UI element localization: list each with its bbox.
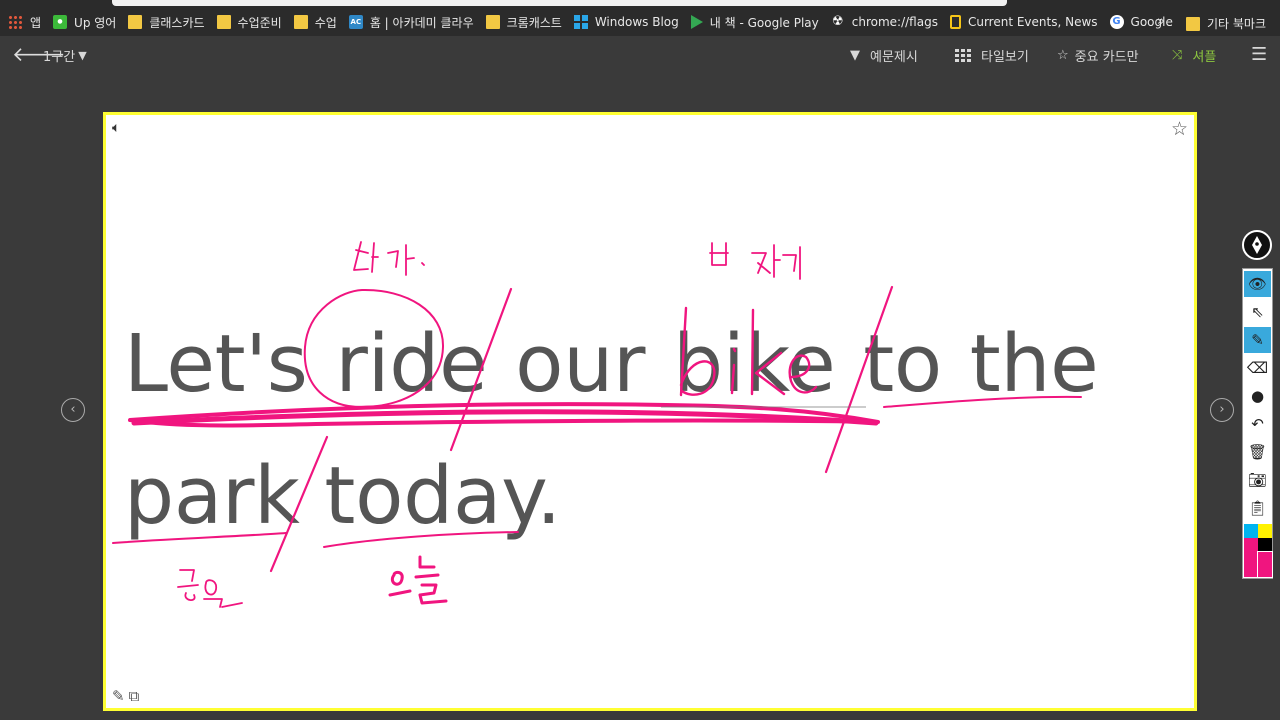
app-toolbar: 🡐 1구간 ▼ ▼ 예문제시 타일보기 ☆ 중요 카드만 ⤨ 셔플 ☰: [0, 36, 1280, 76]
pen-toggle-button[interactable]: [1242, 230, 1272, 260]
bookmark-label: 수업준비: [237, 15, 282, 30]
bookmark-label: 내 책 - Google Play: [709, 15, 819, 30]
previous-card-button[interactable]: ‹: [61, 398, 85, 422]
bookmark-label: Current Events, News: [967, 15, 1098, 29]
pencil-icon[interactable]: ✎: [112, 687, 125, 705]
chevron-left-icon: ‹: [70, 402, 76, 417]
color-swatch-yellow[interactable]: [1258, 524, 1272, 538]
google-icon: G: [1109, 15, 1124, 29]
hint-label: 예문제시: [870, 50, 918, 65]
bookmark-chrome-flags[interactable]: ☢ chrome://flags: [831, 14, 938, 30]
color-swatch-magenta[interactable]: [1244, 538, 1258, 577]
folder-icon: [128, 15, 143, 29]
bookmark-academy-cloud[interactable]: AC 홈 | 아카데미 클라우: [348, 14, 474, 31]
bookmark-up-english[interactable]: ● Up 영어: [53, 14, 116, 31]
bookmark-google-play[interactable]: 내 책 - Google Play: [690, 14, 819, 31]
sentence-line-2: park today.: [124, 450, 562, 542]
windows-icon: [573, 15, 588, 29]
trash-icon[interactable]: 🗑︎: [1244, 439, 1271, 465]
tile-view-label: 타일보기: [981, 50, 1029, 65]
bookmark-label: Windows Blog: [594, 15, 679, 29]
folder-icon: [216, 15, 231, 29]
bookmarks-overflow-button[interactable]: »: [1157, 14, 1165, 29]
bookmark-label: 수업: [314, 15, 337, 30]
bookmark-chromecast[interactable]: 크롬캐스트: [485, 14, 562, 31]
chevron-right-icon: ›: [1219, 402, 1225, 417]
important-cards-button[interactable]: ☆ 중요 카드만: [1057, 46, 1139, 65]
bookmark-label: 클래스카드: [149, 15, 205, 30]
ac-icon: AC: [348, 15, 363, 29]
bookmark-label: 홈 | 아카데미 클라우: [369, 15, 474, 30]
pointer-icon[interactable]: ⇖: [1244, 299, 1271, 325]
tile-view-button[interactable]: 타일보기: [955, 46, 1029, 65]
undo-icon[interactable]: ↶: [1244, 411, 1271, 437]
other-bookmarks-label: 기타 북마크: [1207, 17, 1267, 31]
next-card-button[interactable]: ›: [1210, 398, 1234, 422]
pen-palette: 👁︎ ⇖ ✎ ⌫ ● ↶ 🗑︎ 📷︎ 📋︎: [1242, 268, 1273, 579]
pen-nib-icon: [1252, 236, 1262, 254]
filter-icon: ▼: [850, 48, 860, 63]
bookmark-prep[interactable]: 수업준비: [216, 14, 282, 31]
address-bar[interactable]: [112, 0, 1007, 6]
shuffle-label: 셔플: [1192, 50, 1217, 65]
browser-top-strip: [0, 0, 1280, 8]
clipboard-icon[interactable]: 📋︎: [1244, 495, 1271, 521]
bookmark-label: 크롬캐스트: [506, 15, 562, 30]
speaker-icon[interactable]: 🔈︎: [112, 120, 120, 136]
pen-icon[interactable]: ✎: [1244, 327, 1271, 353]
bookmarks-bar: 앱 ● Up 영어 클래스카드 수업준비 수업 AC 홈 | 아카데미 클라우 크롬…: [0, 8, 1280, 36]
ink-word-today-kr: [388, 555, 448, 605]
folder-icon: [1186, 16, 1200, 31]
apps-icon: [8, 14, 23, 30]
eraser-icon[interactable]: ⌫: [1244, 355, 1271, 381]
eye-icon[interactable]: 👁︎: [1244, 271, 1271, 297]
camera-icon[interactable]: 📷︎: [1244, 467, 1271, 493]
ink-word-park-kr: [177, 569, 243, 608]
hint-button[interactable]: ▼ 예문제시: [850, 46, 918, 65]
external-link-icon[interactable]: ⧉: [129, 687, 140, 705]
bookmark-label: 앱: [30, 15, 42, 30]
color-swatch-cyan[interactable]: [1244, 524, 1258, 538]
line-icon: ●: [53, 15, 68, 29]
flashcard[interactable]: 🔈︎ ☆ Let's ride our bike to the park tod…: [103, 112, 1197, 711]
bookmark-current-events[interactable]: Current Events, News: [949, 15, 1098, 29]
bookmark-classcard[interactable]: 클래스카드: [128, 14, 205, 31]
section-dropdown[interactable]: 1구간 ▼: [43, 46, 87, 65]
bookmark-label: chrome://flags: [851, 15, 938, 29]
caret-down-icon: ▼: [78, 49, 87, 62]
menu-icon[interactable]: ☰: [1251, 44, 1267, 65]
ink-word-tada: [353, 241, 425, 276]
card-sentence: Let's ride our bike to the park today.: [124, 298, 1164, 562]
shuffle-button[interactable]: ⤨ 셔플: [1172, 46, 1216, 65]
flags-icon: ☢: [831, 14, 844, 29]
natgeo-icon: [949, 15, 961, 29]
folder-icon: [485, 15, 500, 29]
other-bookmarks[interactable]: 기타 북마크: [1186, 15, 1266, 32]
bookmark-label: Google: [1130, 15, 1173, 29]
important-cards-label: 중요 카드만: [1074, 50, 1139, 65]
bookmark-class[interactable]: 수업: [293, 14, 337, 31]
grid-icon: [955, 48, 971, 62]
ink-word-bike-kr: [709, 242, 801, 280]
bookmark-apps[interactable]: 앱: [8, 14, 41, 31]
shuffle-icon: ⤨: [1172, 48, 1183, 63]
bookmark-label: Up 영어: [74, 15, 117, 30]
color-swatch-selected[interactable]: [1257, 551, 1273, 578]
star-outline-icon: ☆: [1057, 48, 1069, 63]
bookmark-windows-blog[interactable]: Windows Blog: [573, 15, 679, 29]
star-outline-icon[interactable]: ☆: [1171, 118, 1188, 140]
section-label: 1구간: [43, 50, 76, 65]
color-swatch-black[interactable]: [1258, 538, 1272, 552]
folder-icon: [293, 15, 308, 29]
sentence-line-1: Let's ride our bike to the: [124, 318, 1099, 410]
play-icon: [690, 15, 703, 29]
dot-icon[interactable]: ●: [1244, 383, 1271, 409]
card-edit-tools: ✎ ⧉: [112, 687, 139, 705]
